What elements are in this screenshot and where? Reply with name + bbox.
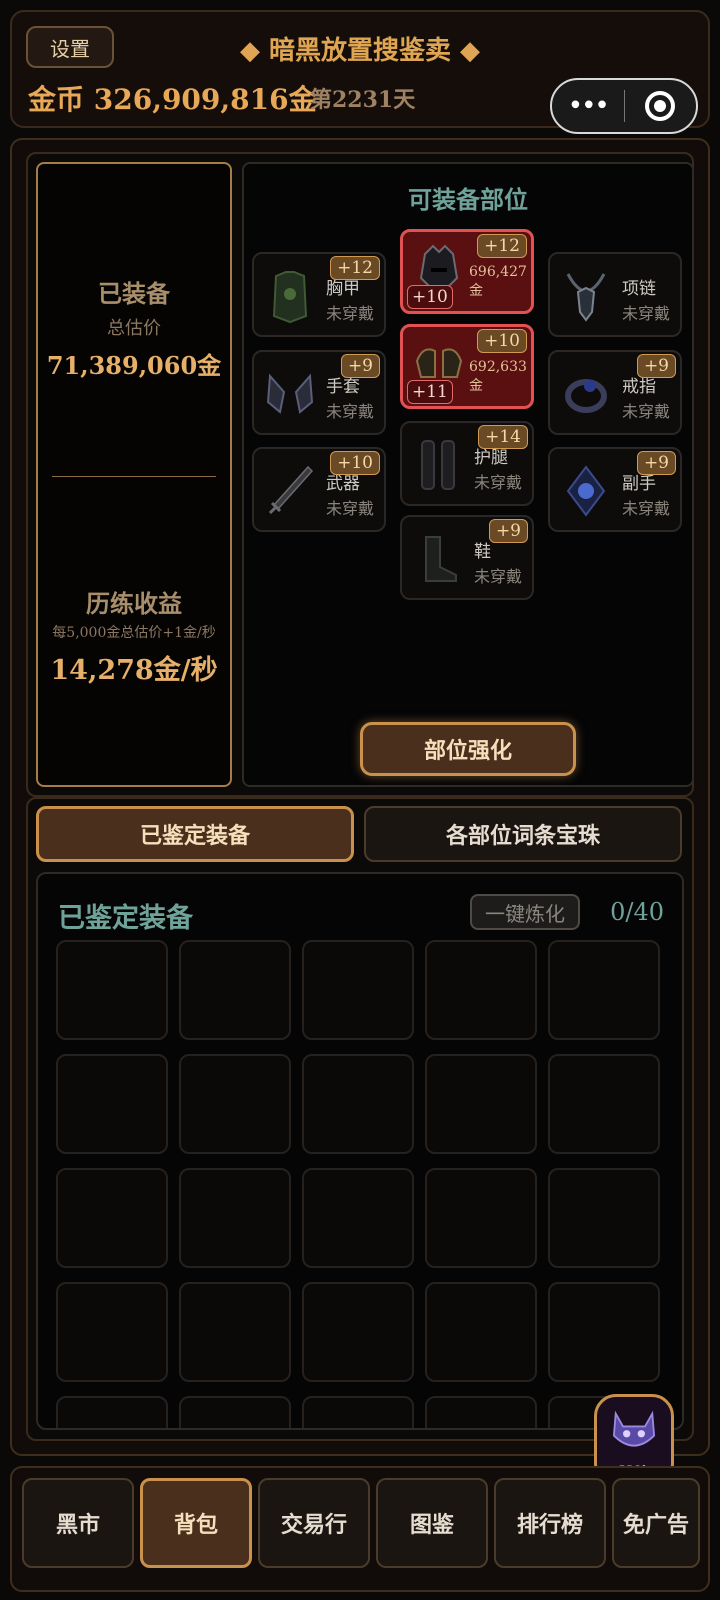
item-level-badge: +11 bbox=[407, 380, 453, 404]
slot-price: 696,427金 bbox=[469, 264, 527, 299]
slot-price: 692,633金 bbox=[469, 359, 527, 394]
slot-status: 未穿戴 bbox=[622, 402, 671, 421]
slot-offhand[interactable]: 副手 未穿戴 +9 bbox=[548, 447, 682, 532]
inventory-cell[interactable] bbox=[56, 940, 168, 1040]
nav-trading[interactable]: 交易行 bbox=[258, 1478, 370, 1568]
slot-status: 未穿戴 bbox=[622, 304, 671, 323]
stats-panel: 已装备 总估价 71,389,060金 历练收益 每5,000金总估价+1金/秒… bbox=[36, 162, 232, 787]
inventory-title: 已鉴定装备 bbox=[58, 903, 193, 934]
boots-icon bbox=[425, 536, 457, 582]
slot-helmet[interactable]: 696,427金 +12 +10 bbox=[400, 229, 534, 314]
total-value-label: 总估价 bbox=[107, 318, 161, 339]
enhance-badge: +14 bbox=[478, 425, 528, 449]
inventory-cell[interactable] bbox=[179, 1396, 291, 1428]
nav-no-ads[interactable]: 免广告 bbox=[612, 1478, 700, 1568]
nav-black-market[interactable]: 黑市 bbox=[22, 1478, 134, 1568]
slots-title: 可装备部位 bbox=[408, 185, 528, 214]
inventory-cell[interactable] bbox=[179, 1282, 291, 1382]
day-counter: 第2231天 bbox=[310, 87, 416, 113]
nav-codex[interactable]: 图鉴 bbox=[376, 1478, 488, 1568]
nav-backpack[interactable]: 背包 bbox=[140, 1478, 252, 1568]
earnings-label: 历练收益 bbox=[86, 589, 182, 618]
target-icon bbox=[645, 91, 676, 121]
inventory-cell[interactable] bbox=[302, 1396, 414, 1428]
inventory-cell[interactable] bbox=[425, 1282, 537, 1382]
stats-divider bbox=[52, 476, 216, 477]
inventory-cell[interactable] bbox=[56, 1396, 168, 1428]
slot-status: 未穿戴 bbox=[326, 499, 375, 518]
earnings-note: 每5,000金总估价+1金/秒 bbox=[52, 625, 216, 641]
slot-necklace[interactable]: 项链 未穿戴 bbox=[548, 252, 682, 337]
inventory-cell[interactable] bbox=[56, 1168, 168, 1268]
gloves-icon bbox=[266, 373, 314, 414]
more-dots-icon[interactable]: ••• bbox=[552, 93, 624, 119]
chest-armor-icon bbox=[272, 271, 308, 324]
enhance-badge: +10 bbox=[477, 329, 527, 353]
total-value: 71,389,060金 bbox=[46, 351, 222, 380]
slot-chest[interactable]: 胸甲 未穿戴 +12 bbox=[252, 252, 386, 337]
gold-balance: 金币 326,909,816金 bbox=[28, 83, 317, 116]
leggings-icon bbox=[421, 440, 455, 490]
tab-identified-equipment[interactable]: 已鉴定装备 bbox=[36, 806, 354, 862]
inventory-panel: 已鉴定装备 一键炼化 0/40 bbox=[36, 872, 684, 1430]
ring-icon bbox=[565, 379, 607, 413]
one-click-refine-button[interactable]: 一键炼化 bbox=[470, 894, 580, 930]
inventory-cell[interactable] bbox=[179, 1054, 291, 1154]
slot-status: 未穿戴 bbox=[474, 473, 523, 492]
necklace-icon bbox=[566, 273, 606, 322]
inventory-cell[interactable] bbox=[56, 1054, 168, 1154]
slot-boots[interactable]: 鞋 未穿戴 +9 bbox=[400, 515, 534, 600]
inventory-cell[interactable] bbox=[302, 1054, 414, 1154]
offhand-orb-icon bbox=[566, 465, 606, 517]
inventory-cell[interactable] bbox=[425, 1054, 537, 1154]
cat-pet-icon bbox=[612, 1410, 656, 1447]
enhance-badge: +9 bbox=[488, 519, 528, 543]
slot-shoulders[interactable]: 692,633金 +10 +11 bbox=[400, 324, 534, 409]
slot-leggings[interactable]: 护腿 未穿戴 +14 bbox=[400, 421, 534, 506]
game-title: ◆ 暗黑放置搜鉴卖 ◆ bbox=[239, 36, 481, 66]
inventory-cell[interactable] bbox=[302, 1282, 414, 1382]
slot-ring[interactable]: 戒指 未穿戴 +9 bbox=[548, 350, 682, 435]
close-target-button[interactable] bbox=[625, 91, 697, 121]
item-level-badge: +10 bbox=[407, 285, 453, 309]
enhance-badge: +9 bbox=[636, 354, 676, 378]
inventory-cell[interactable] bbox=[548, 1282, 660, 1382]
inventory-cell[interactable] bbox=[425, 1396, 537, 1428]
earnings-rate: 14,278金/秒 bbox=[50, 655, 218, 686]
miniapp-capsule: ••• bbox=[550, 78, 698, 134]
tab-slot-gems[interactable]: 各部位词条宝珠 bbox=[364, 806, 682, 862]
inventory-cell[interactable] bbox=[179, 1168, 291, 1268]
slot-status: 未穿戴 bbox=[622, 499, 671, 518]
inventory-cell[interactable] bbox=[56, 1282, 168, 1382]
enhance-badge: +9 bbox=[636, 451, 676, 475]
enhance-badge: +12 bbox=[330, 256, 380, 280]
inventory-cell[interactable] bbox=[548, 1054, 660, 1154]
enhance-badge: +12 bbox=[477, 234, 527, 258]
slot-weapon[interactable]: 武器 未穿戴 +10 bbox=[252, 447, 386, 532]
inventory-cell[interactable] bbox=[548, 1168, 660, 1268]
enhance-badge: +10 bbox=[330, 451, 380, 475]
slot-status: 未穿戴 bbox=[474, 567, 523, 586]
inventory-cell[interactable] bbox=[425, 940, 537, 1040]
inventory-cell[interactable] bbox=[179, 940, 291, 1040]
inventory-cell[interactable] bbox=[302, 1168, 414, 1268]
enhance-slot-button[interactable]: 部位强化 bbox=[360, 722, 576, 776]
slot-status: 未穿戴 bbox=[326, 402, 375, 421]
slot-gloves[interactable]: 手套 未穿戴 +9 bbox=[252, 350, 386, 435]
slot-name: 项链 bbox=[622, 279, 656, 299]
inventory-cell[interactable] bbox=[548, 940, 660, 1040]
nav-leaderboard[interactable]: 排行榜 bbox=[494, 1478, 606, 1568]
slot-name: 鞋 bbox=[474, 542, 491, 562]
inventory-cell[interactable] bbox=[302, 940, 414, 1040]
inventory-count: 0/40 bbox=[610, 898, 664, 926]
slot-status: 未穿戴 bbox=[326, 304, 375, 323]
equipped-label: 已装备 bbox=[98, 279, 170, 308]
inventory-cell[interactable] bbox=[425, 1168, 537, 1268]
enhance-badge: +9 bbox=[340, 354, 380, 378]
sword-icon bbox=[268, 465, 314, 515]
